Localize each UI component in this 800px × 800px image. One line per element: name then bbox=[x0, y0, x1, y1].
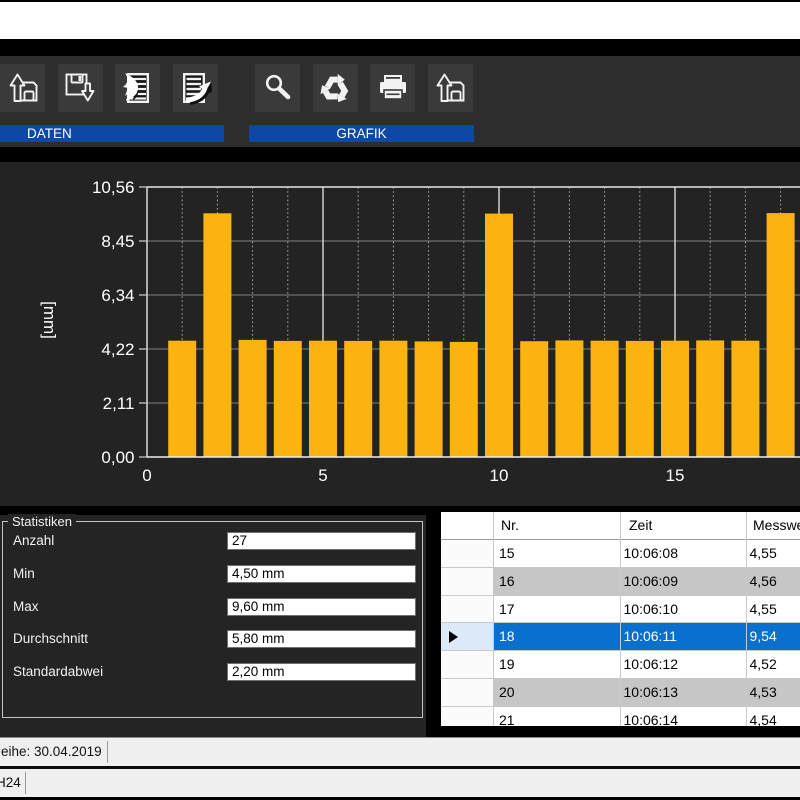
svg-text:5: 5 bbox=[318, 466, 327, 485]
svg-text:6,34: 6,34 bbox=[101, 286, 134, 305]
svg-text:10: 10 bbox=[490, 466, 509, 485]
svg-text:10,56: 10,56 bbox=[92, 178, 135, 197]
svg-text:15: 15 bbox=[666, 466, 685, 485]
svg-text:[mm]: [mm] bbox=[40, 301, 59, 339]
svg-text:2,11: 2,11 bbox=[103, 394, 135, 413]
svg-text:0: 0 bbox=[142, 466, 151, 485]
svg-text:8,45: 8,45 bbox=[101, 232, 134, 251]
svg-text:0,00: 0,00 bbox=[101, 448, 134, 467]
svg-text:4,22: 4,22 bbox=[101, 340, 134, 359]
